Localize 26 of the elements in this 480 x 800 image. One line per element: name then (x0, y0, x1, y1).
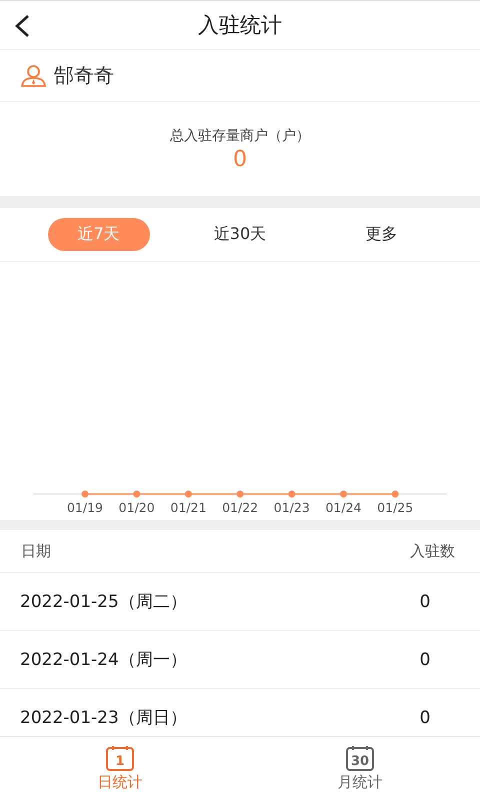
summary-label: 总入驻存量商户（户） (170, 126, 310, 144)
x-tick-label: 01/24 (325, 500, 362, 515)
period-tab[interactable]: 近30天 (188, 218, 291, 251)
date-cell-text: 2022-01-25（周二） (20, 591, 188, 613)
x-tick-label: 01/21 (170, 500, 206, 515)
date-cell-text: 2022-01-23（周日） (20, 707, 188, 729)
count-cell-text: 0 (418, 592, 432, 612)
nav-tab[interactable]: 30 月统计 (240, 737, 480, 800)
user-name: 郜奇奇 (54, 62, 114, 89)
summary-value: 0 (233, 146, 247, 172)
person-icon (21, 64, 46, 86)
period-tab[interactable]: 更多 (330, 218, 432, 251)
date-cell-text: 2022-01-24（周一） (20, 649, 188, 671)
nav-tab[interactable]: 1 日统计 (0, 737, 240, 800)
column-header: 日期 (21, 542, 51, 560)
count-cell-text: 0 (418, 708, 432, 728)
calendar-icon: 30 (345, 745, 375, 771)
x-tick-label: 01/19 (66, 500, 104, 515)
count-cell-text: 0 (418, 650, 432, 670)
x-tick-label: 01/22 (222, 500, 258, 515)
x-tick-label: 01/23 (274, 500, 310, 515)
page-title: 入驻统计 (198, 12, 282, 39)
x-tick-label: 01/25 (377, 500, 414, 515)
column-header: 入驻数 (410, 542, 455, 560)
calendar-icon: 1 (105, 745, 135, 771)
x-tick-label: 01/20 (118, 500, 155, 515)
